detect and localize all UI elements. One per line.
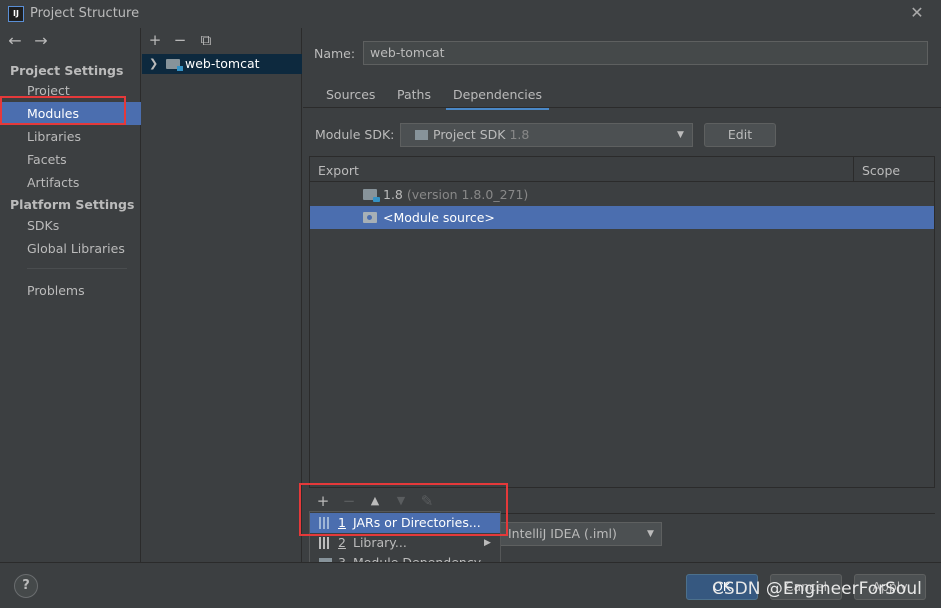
- close-icon[interactable]: ✕: [908, 4, 926, 22]
- storage-format-value: IntelliJ IDEA (.iml): [508, 526, 617, 541]
- annotation-box-modules: [0, 96, 126, 125]
- dependency-name: <Module source>: [383, 210, 495, 225]
- window-title: Project Structure: [30, 6, 140, 21]
- dependency-name: 1.8: [383, 187, 403, 202]
- module-sdk-version: 1.8: [509, 127, 530, 142]
- sidebar-item-problems[interactable]: Problems: [0, 279, 141, 302]
- menu-item-label: Library...: [353, 535, 407, 550]
- sidebar-item-facets[interactable]: Facets: [0, 148, 141, 171]
- name-label: Name:: [314, 46, 356, 61]
- sidebar-item-global-libraries[interactable]: Global Libraries: [0, 237, 141, 260]
- back-arrow-icon[interactable]: ←: [6, 32, 24, 50]
- module-settings-panel: Name: web-tomcat Sources Paths Dependenc…: [303, 28, 941, 562]
- dependencies-table: Export Scope 1.8 (version 1.8.0_271) <Mo…: [309, 156, 935, 514]
- module-tree-panel: + − ⧉ ❯ web-tomcat: [142, 28, 302, 562]
- add-module-icon[interactable]: +: [146, 31, 164, 49]
- edit-sdk-button[interactable]: Edit: [704, 123, 776, 147]
- forward-arrow-icon[interactable]: →: [32, 32, 50, 50]
- dependency-detail: (version 1.8.0_271): [406, 187, 529, 202]
- column-header-export[interactable]: Export: [318, 163, 359, 178]
- remove-module-icon[interactable]: −: [171, 31, 189, 49]
- menu-item-number: 2: [338, 535, 346, 550]
- sidebar-item-artifacts[interactable]: Artifacts: [0, 171, 141, 194]
- sidebar-divider: [27, 268, 127, 269]
- tree-item-label: web-tomcat: [185, 56, 260, 71]
- module-folder-icon: [166, 59, 183, 71]
- sdk-folder-icon: [363, 189, 380, 202]
- column-divider[interactable]: [853, 157, 854, 182]
- dropdown-arrow-icon: ▼: [677, 130, 684, 140]
- table-row[interactable]: 1.8 (version 1.8.0_271): [310, 183, 934, 206]
- platform-settings-header: Platform Settings: [10, 197, 135, 212]
- library-icon: [319, 537, 332, 549]
- help-button[interactable]: ?: [14, 574, 38, 598]
- sidebar-item-sdks[interactable]: SDKs: [0, 214, 141, 237]
- annotation-box-jars: [299, 483, 508, 536]
- chevron-right-icon[interactable]: ❯: [149, 54, 158, 74]
- submenu-arrow-icon: ▶: [484, 538, 491, 548]
- project-settings-header: Project Settings: [10, 63, 124, 78]
- dropdown-arrow-icon: ▼: [647, 529, 654, 539]
- sdk-folder-icon: [415, 130, 428, 140]
- module-sdk-label: Module SDK:: [315, 127, 395, 142]
- storage-format-select[interactable]: IntelliJ IDEA (.iml) ▼: [499, 522, 662, 546]
- sidebar-item-libraries[interactable]: Libraries: [0, 125, 141, 148]
- copy-module-icon[interactable]: ⧉: [197, 31, 215, 49]
- module-sdk-select[interactable]: Project SDK 1.8 ▼: [400, 123, 693, 147]
- dialog-button-bar: ? OK Cancel Apply CSDN @EngineerForSoul: [0, 562, 941, 608]
- menu-item-library[interactable]: 2 Library... ▶: [310, 533, 500, 553]
- module-sdk-value: Project SDK 1.8: [433, 127, 530, 142]
- tree-item-web-tomcat[interactable]: ❯ web-tomcat: [142, 54, 302, 74]
- module-source-icon: [363, 212, 377, 223]
- column-header-scope[interactable]: Scope: [862, 163, 900, 178]
- table-header: Export Scope: [310, 157, 934, 182]
- module-name-field[interactable]: web-tomcat: [363, 41, 928, 65]
- tab-strip-divider: [303, 107, 941, 108]
- intellij-icon: IJ: [8, 6, 24, 22]
- watermark-text: CSDN @EngineerForSoul: [712, 579, 922, 599]
- table-row[interactable]: <Module source>: [310, 206, 934, 229]
- title-bar: IJ Project Structure ✕: [0, 0, 941, 28]
